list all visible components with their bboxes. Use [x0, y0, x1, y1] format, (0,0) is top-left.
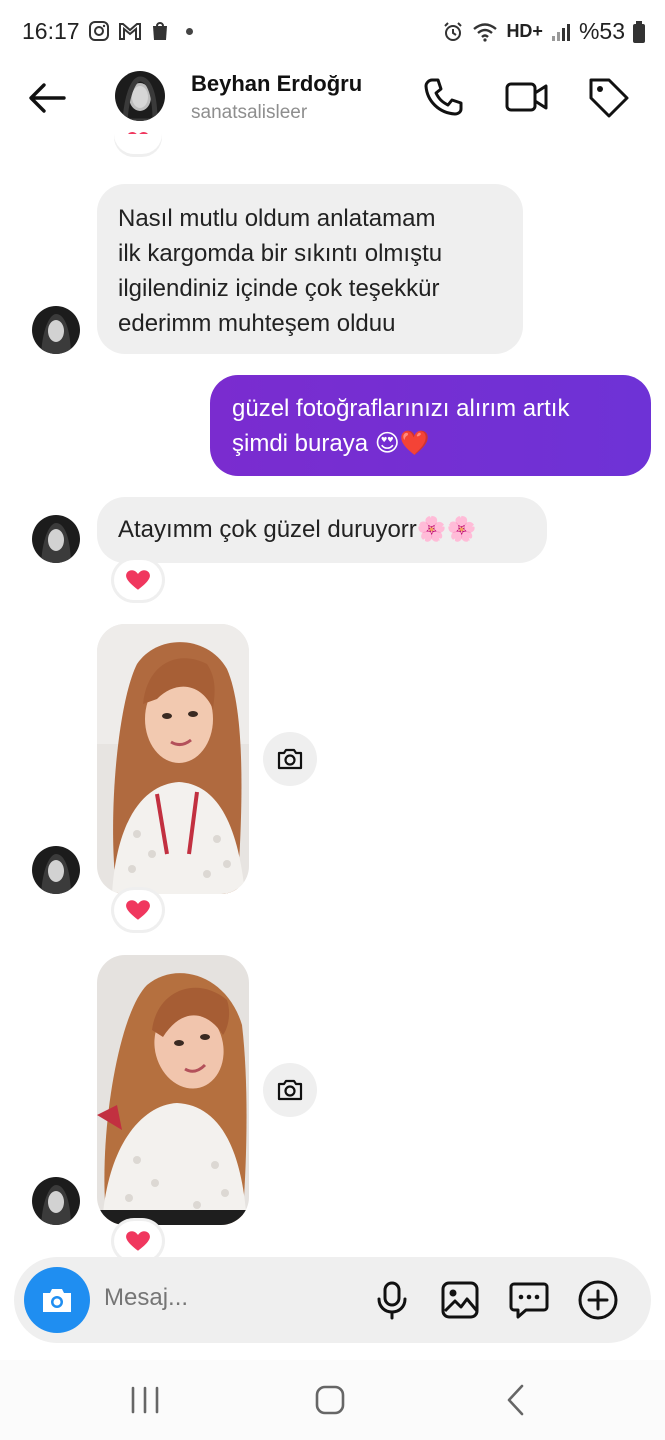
message-line: Nasıl mutlu oldum anlatamam [118, 205, 436, 232]
chat-header: Beyhan Erdoğru sanatsalisleer [0, 62, 665, 134]
video-call-icon[interactable] [503, 74, 549, 120]
status-time: 16:17 [22, 18, 80, 44]
instagram-notification-icon [89, 21, 109, 41]
photo-view-button[interactable] [263, 1063, 317, 1117]
signal-icon [551, 23, 570, 41]
sender-avatar[interactable] [32, 1177, 80, 1225]
gmail-notification-icon [119, 23, 141, 40]
sender-avatar[interactable] [32, 515, 80, 563]
gallery-icon[interactable] [439, 1279, 481, 1321]
incoming-message[interactable]: Atayımm çok güzel duruyorr🌸🌸 [97, 497, 547, 563]
message-input[interactable] [104, 1284, 344, 1312]
contact-username[interactable]: sanatsalisleer [191, 102, 307, 124]
tag-icon[interactable] [585, 74, 631, 120]
camera-icon [43, 1289, 71, 1312]
contact-avatar[interactable] [115, 71, 165, 121]
add-icon[interactable] [577, 1279, 619, 1321]
battery-icon [633, 20, 645, 43]
photo-view-button[interactable] [263, 732, 317, 786]
back-nav-icon[interactable] [492, 1380, 540, 1420]
camera-button[interactable] [24, 1267, 90, 1333]
contact-name[interactable]: Beyhan Erdoğru [191, 71, 362, 97]
outgoing-message[interactable]: güzel fotoğraflarınızı alırım artık şimd… [210, 375, 651, 476]
recent-apps-icon[interactable] [121, 1380, 169, 1420]
message-text: Atayımm çok güzel duruyorr🌸🌸 [118, 516, 477, 543]
camera-icon [277, 748, 303, 770]
photo-message[interactable] [97, 955, 249, 1225]
heart-icon [126, 1231, 150, 1251]
network-type-label: HD+ [506, 21, 543, 41]
sender-avatar[interactable] [32, 846, 80, 894]
wifi-icon [473, 22, 498, 42]
reaction-heart[interactable] [114, 560, 162, 600]
phone-call-icon[interactable] [420, 74, 466, 120]
shopify-notification-icon [153, 22, 167, 40]
heart-icon [126, 900, 150, 920]
back-arrow-icon[interactable] [26, 76, 70, 120]
more-notifications-dot [186, 27, 193, 35]
camera-icon [277, 1079, 303, 1101]
alarm-icon [444, 21, 463, 41]
reaction-heart[interactable] [114, 890, 162, 930]
heart-icon [126, 570, 150, 590]
sender-avatar[interactable] [32, 306, 80, 354]
message-composer [14, 1257, 651, 1343]
microphone-icon[interactable] [371, 1279, 413, 1321]
message-line: ilgilendiniz içinde çok teşekkür [118, 275, 440, 302]
home-icon[interactable] [306, 1380, 354, 1420]
message-line: ilk kargomda bir sıkıntı olmıştu [118, 240, 443, 267]
status-bar: 16:17 HD+ %53 [0, 0, 665, 62]
message-line: şimdi buraya 😍❤️ [232, 430, 430, 457]
photo-message[interactable] [97, 624, 249, 894]
message-line: güzel fotoğraflarınızı alırım artık [232, 395, 570, 422]
message-line: ederimm muhteşem olduu [118, 310, 396, 337]
battery-level: %53 [578, 18, 625, 44]
sticker-chat-icon[interactable] [508, 1279, 550, 1321]
incoming-message[interactable]: Nasıl mutlu oldum anlatamam ilk kargomda… [97, 184, 523, 354]
reaction-heart[interactable] [114, 1221, 162, 1261]
system-navigation-bar [0, 1360, 665, 1440]
